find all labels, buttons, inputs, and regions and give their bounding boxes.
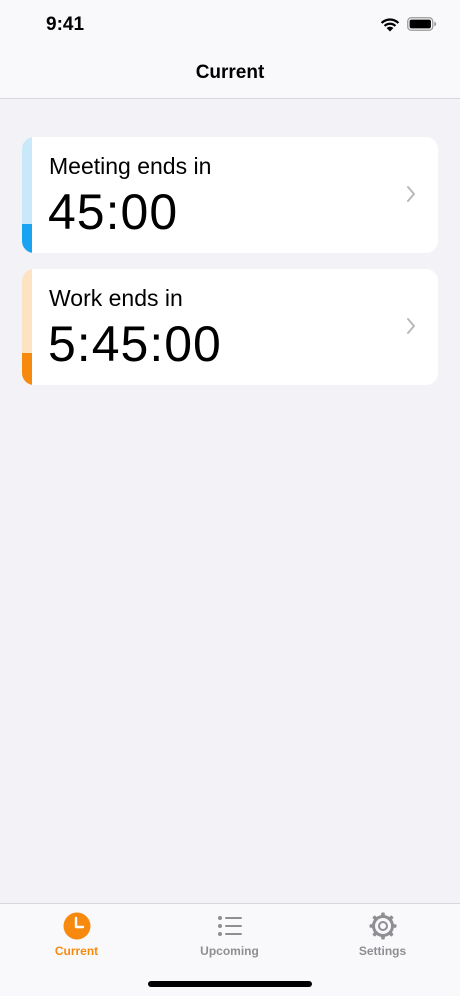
- timer-remaining: 5:45:00: [48, 316, 222, 372]
- progress-fill: [22, 224, 32, 253]
- chevron-right-icon: [407, 186, 415, 202]
- chevron-right-icon: [407, 318, 415, 334]
- timer-remaining: 45:00: [48, 184, 179, 240]
- tab-label: Upcoming: [200, 944, 259, 958]
- header: 9:41 Current: [0, 0, 460, 99]
- timer-label: Work ends in: [49, 285, 183, 311]
- tab-upcoming[interactable]: Upcoming: [153, 904, 306, 964]
- tab-current[interactable]: Current: [0, 904, 153, 964]
- timer-card-work[interactable]: Work ends in 5:45:00: [22, 269, 438, 385]
- tab-label: Settings: [358, 944, 407, 958]
- progress-fill: [22, 352, 32, 385]
- clock-icon: [63, 912, 90, 940]
- tab-label: Current: [54, 944, 99, 958]
- list-icon: [217, 916, 242, 936]
- home-indicator: [148, 981, 312, 987]
- app-screen: 9:41 Current Meeting ends in 45:00 Work …: [0, 0, 460, 996]
- timer-label: Meeting ends in: [49, 153, 212, 179]
- tab-settings[interactable]: Settings: [306, 904, 459, 964]
- page-title: Current: [195, 62, 265, 83]
- status-time: 9:41: [46, 14, 85, 35]
- timer-card-meeting[interactable]: Meeting ends in 45:00: [22, 137, 438, 253]
- battery-icon: [407, 17, 437, 31]
- gear-icon: [369, 912, 396, 940]
- wifi-icon: [380, 18, 400, 32]
